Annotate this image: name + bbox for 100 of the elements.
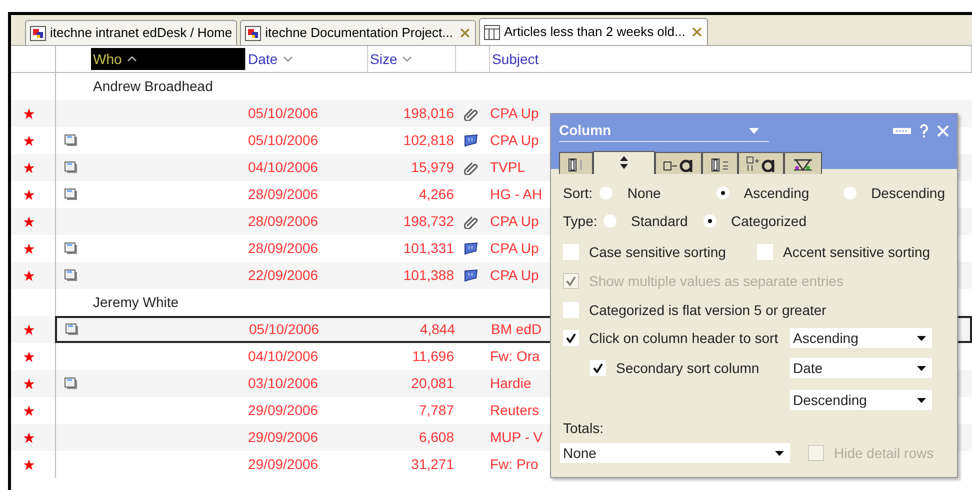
column-header[interactable]: Subject [490,46,972,72]
table-cell: 04/10/2006 [248,159,318,175]
column-basics-icon [567,156,585,172]
table-cell: Fw: Ora [490,348,540,364]
radio-label[interactable]: Ascending [744,182,810,204]
table-cell: TVPL [490,159,526,175]
table-cell: 101,388 [403,267,454,283]
table-cell: 05/10/2006 [248,132,318,148]
close-icon[interactable] [691,26,704,38]
table-cell: 4,266 [418,186,454,202]
table-cell: 31,271 [411,456,454,472]
table-cell: 05/10/2006 [249,321,320,337]
table-cell: 198,016 [403,105,454,121]
table-cell: 29/09/2006 [248,429,318,445]
sort-order-icon [618,155,630,171]
close-icon [937,125,949,137]
table-cell: 22/09/2006 [248,267,318,283]
property-tab[interactable] [738,152,784,174]
help-icon [919,124,929,138]
radio-button[interactable] [843,186,858,200]
column-header[interactable]: Size [368,46,456,72]
radio-button[interactable] [599,186,614,200]
field-label: Totals: [563,419,604,438]
checkmark-icon [566,333,576,343]
table-cell: 05/10/2006 [248,105,318,121]
checkmark-icon [566,276,576,286]
radio-label[interactable]: Descending [871,182,945,204]
totals-dropdown[interactable]: None [560,443,790,463]
secondary-column-dropdown[interactable]: Date [790,358,932,378]
column-header[interactable]: Who [91,48,246,70]
checkbox-label: Hide detail rows [834,444,934,462]
table-cell: 11,696 [412,348,454,364]
table-cell: MUP - V [490,429,543,445]
table-cell: 198,732 [403,213,454,229]
table-cell: 04/10/2006 [248,348,318,364]
checkbox-label: Show multiple values as separate entries [589,272,844,291]
table-cell: 101,331 [403,240,454,256]
table-cell: 20,081 [411,375,454,391]
secondary-order-dropdown[interactable]: Descending [790,390,932,410]
checkbox-label: Secondary sort column [616,358,760,378]
table-cell: Fw: Pro [490,456,538,472]
dropdown-arrow-icon [917,398,926,402]
radio-button[interactable] [716,186,730,200]
table-cell: CPA Up [490,240,539,256]
table-icon [484,24,500,40]
property-tab[interactable] [702,152,738,174]
category-heading[interactable]: Jeremy White [91,292,179,313]
field-label: Sort: [563,184,594,202]
checkbox[interactable] [757,244,773,260]
radio-label[interactable]: Categorized [731,210,806,232]
table-cell: BM edD [491,321,542,337]
table-cell: Reuters [490,402,540,418]
close-icon[interactable] [459,27,471,39]
collapse-icon [893,128,911,134]
sort-order-dropdown[interactable]: Ascending [790,328,932,348]
dropdown-arrow-icon [917,336,926,340]
checkmark-icon [593,363,603,373]
table-cell: CPA Up [490,267,539,283]
property-tab[interactable] [559,152,593,174]
radio-button[interactable] [603,214,617,228]
property-tab[interactable] [655,152,702,174]
checkbox[interactable] [563,244,579,260]
table-cell: CPA Up [490,213,539,229]
table-cell: 28/09/2006 [248,213,318,229]
checkbox[interactable] [563,330,579,346]
radio-label[interactable]: None [627,182,661,204]
checkbox[interactable] [590,360,606,376]
table-cell: 28/09/2006 [248,240,318,256]
table-cell: HG - AH [490,186,542,202]
table-cell: 4,844 [420,321,455,337]
title-font-icon [746,156,776,172]
table-cell: Hardie [490,375,532,391]
dropdown-arrow-icon [917,366,926,370]
table-cell: CPA Up [490,132,539,148]
property-tab[interactable] [784,152,822,174]
category-heading[interactable]: Andrew Broadhead [91,76,213,97]
table-cell: 29/09/2006 [248,456,318,472]
table-cell: 03/10/2006 [248,375,318,391]
column-numbers-icon [710,156,730,172]
dropdown-arrow-icon [775,450,784,456]
property-tab[interactable] [593,151,655,174]
table-cell: 29/09/2006 [248,402,318,418]
table-cell: 7,787 [418,402,454,418]
tab[interactable]: itechne Documentation Project... [240,20,476,45]
database-icon [30,26,46,40]
tab[interactable]: itechne intranet edDesk / Home [25,20,238,45]
checkbox[interactable] [563,302,579,318]
table-cell: CPA Up [490,105,539,121]
dropdown-arrow-icon [749,128,759,134]
table-cell: 6,608 [418,429,454,445]
radio-label[interactable]: Standard [631,210,688,232]
radio-button[interactable] [703,214,717,228]
table-cell: 28/09/2006 [248,186,318,202]
field-label: Type: [563,212,598,231]
checkbox-label: Case sensitive sorting [589,242,726,262]
checkbox-label: Accent sensitive sorting [783,242,930,262]
tab[interactable]: Articles less than 2 weeks old... [479,18,708,45]
table-cell: 102,818 [403,132,454,148]
table-cell: 15,979 [411,159,454,175]
column-header[interactable]: Date [246,46,368,72]
